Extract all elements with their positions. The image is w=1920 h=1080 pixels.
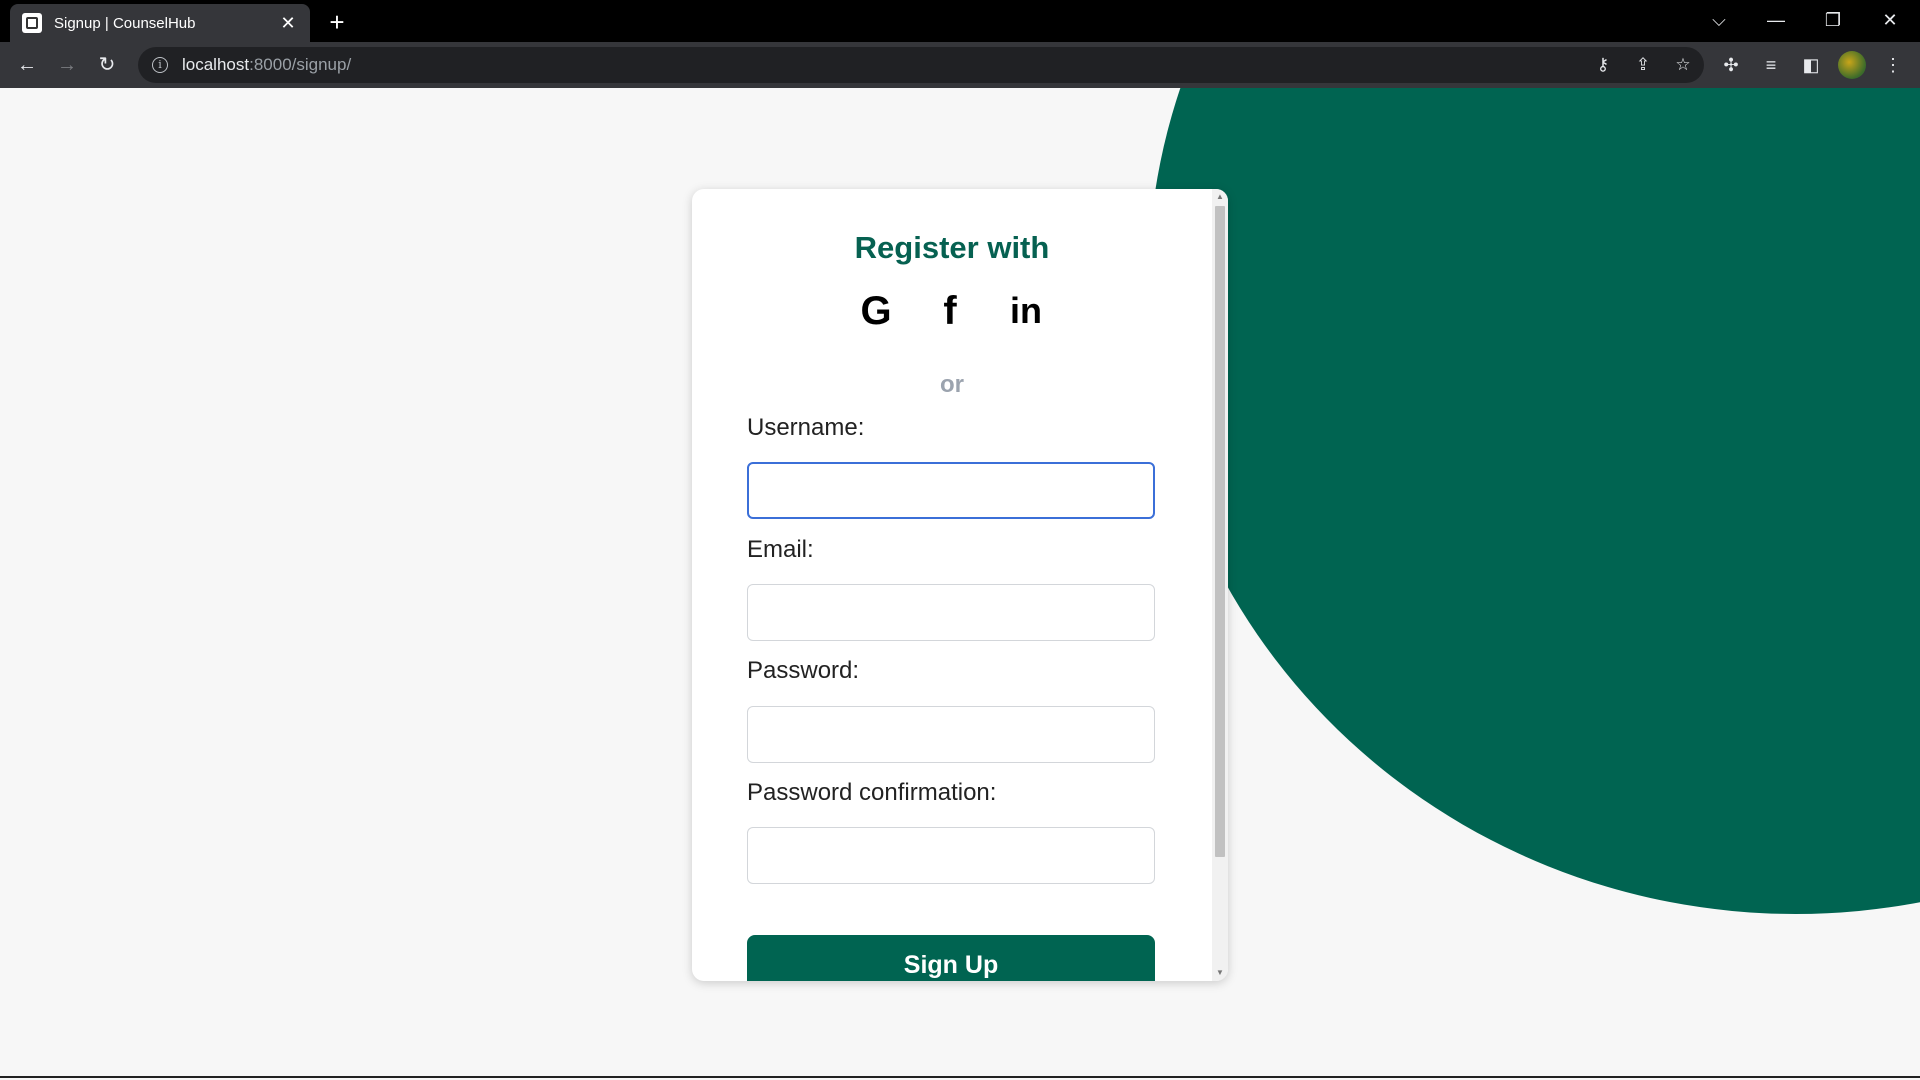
signup-card: Register with G f in or Username: Email:… <box>692 189 1228 981</box>
google-icon[interactable]: G <box>858 289 894 333</box>
password-input[interactable] <box>747 706 1155 763</box>
card-scrollbar[interactable]: ▲ ▼ <box>1212 189 1228 981</box>
scroll-up-arrow-icon[interactable]: ▲ <box>1212 189 1228 205</box>
back-button[interactable]: ← <box>12 50 42 80</box>
share-icon[interactable]: ⇪ <box>1632 54 1654 76</box>
new-tab-button[interactable]: + <box>322 7 352 37</box>
restore-button[interactable]: ❐ <box>1805 0 1861 40</box>
username-input[interactable] <box>747 462 1155 519</box>
url-text[interactable]: localhost:8000/signup/ <box>182 55 351 75</box>
password-confirmation-label: Password confirmation: <box>747 779 997 806</box>
scroll-thumb[interactable] <box>1215 206 1225 857</box>
url-path: :8000/signup/ <box>249 55 352 74</box>
browser-tab[interactable]: Signup | CounselHub ✕ <box>10 4 310 42</box>
tab-close-icon[interactable]: ✕ <box>278 13 298 34</box>
email-label: Email: <box>747 536 814 563</box>
browser-toolbar: ← → ↻ i localhost:8000/signup/ ⚷ ⇪ ☆ ✣ ≡… <box>0 42 1920 88</box>
close-window-button[interactable]: ✕ <box>1862 0 1918 40</box>
address-bar[interactable]: i localhost:8000/signup/ ⚷ ⇪ ☆ <box>138 47 1704 83</box>
decorative-green-circle <box>1148 88 1920 914</box>
site-favicon-icon <box>22 13 42 33</box>
facebook-icon[interactable]: f <box>932 289 968 333</box>
side-panel-icon[interactable]: ◧ <box>1796 50 1826 80</box>
profile-avatar[interactable] <box>1838 51 1866 79</box>
tab-title: Signup | CounselHub <box>54 14 196 32</box>
username-label: Username: <box>747 414 865 441</box>
or-divider: or <box>940 371 964 398</box>
tab-search-chevron-icon[interactable]: ⌵ <box>1691 0 1747 40</box>
page-viewport: Register with G f in or Username: Email:… <box>0 88 1920 1078</box>
password-key-icon[interactable]: ⚷ <box>1592 54 1614 76</box>
browser-menu-icon[interactable]: ⋮ <box>1878 50 1908 80</box>
social-login-group: G f in <box>692 289 1212 333</box>
url-host: localhost <box>182 55 250 74</box>
linkedin-icon[interactable]: in <box>1006 289 1046 333</box>
forward-button[interactable]: → <box>52 50 82 80</box>
bottom-divider <box>0 1076 1920 1078</box>
password-label: Password: <box>747 657 860 684</box>
scroll-down-arrow-icon[interactable]: ▼ <box>1212 965 1228 981</box>
email-input[interactable] <box>747 584 1155 641</box>
sign-up-button[interactable]: Sign Up <box>747 935 1155 981</box>
bookmark-star-icon[interactable]: ☆ <box>1672 54 1694 76</box>
media-control-icon[interactable]: ≡ <box>1756 50 1786 80</box>
register-heading: Register with <box>854 230 1050 265</box>
extensions-icon[interactable]: ✣ <box>1716 50 1746 80</box>
browser-tab-bar: Signup | CounselHub ✕ + ⌵ — ❐ ✕ <box>0 0 1920 42</box>
signup-form: Register with G f in or Username: Email:… <box>692 189 1212 981</box>
reload-button[interactable]: ↻ <box>92 50 122 80</box>
site-info-icon[interactable]: i <box>152 57 168 73</box>
password-confirmation-input[interactable] <box>747 827 1155 884</box>
minimize-button[interactable]: — <box>1748 0 1804 40</box>
